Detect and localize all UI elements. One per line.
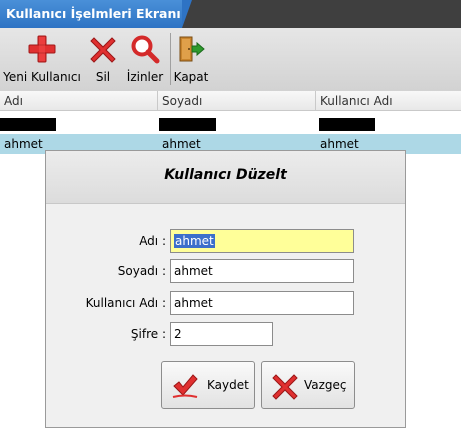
toolbar-separator [170, 33, 171, 85]
delete-label: Sil [95, 70, 111, 84]
password-field[interactable]: 2 [170, 322, 273, 346]
cancel-button[interactable]: Vazgeç [261, 361, 355, 409]
column-header-username[interactable]: Kullanıcı Adı [316, 91, 461, 111]
window-tab[interactable]: Kullanıcı İşelmleri Ekranı [0, 0, 182, 28]
name-label: Adı : [139, 234, 166, 248]
column-header-surname[interactable]: Soyadı [158, 91, 316, 111]
cancel-label: Vazgeç [304, 378, 347, 392]
redacted-cell [159, 118, 216, 131]
new-user-label: Yeni Kullanıcı [3, 70, 81, 84]
column-header-surname-label: Soyadı [162, 94, 203, 108]
plus-icon [28, 35, 56, 63]
permissions-label: İzinler [126, 70, 164, 84]
permissions-button[interactable]: İzinler [124, 31, 166, 89]
column-header-name[interactable]: Adı [0, 91, 158, 111]
column-header-username-label: Kullanıcı Adı [320, 94, 393, 108]
column-header-name-label: Adı [4, 94, 23, 108]
name-field[interactable]: ahmet [170, 229, 354, 253]
window-tab-label: Kullanıcı İşelmleri Ekranı [6, 6, 181, 21]
dialog-header: Kullanıcı Düzelt [46, 151, 405, 204]
table-row[interactable] [0, 113, 461, 133]
x-icon [90, 37, 116, 63]
save-label: Kaydet [207, 378, 249, 392]
new-user-button[interactable]: Yeni Kullanıcı [2, 31, 82, 89]
name-field-value: ahmet [174, 234, 215, 248]
magnifier-icon [131, 35, 160, 64]
redacted-cell [319, 118, 375, 131]
edit-user-dialog: Kullanıcı Düzelt Adı : ahmet Soyadı : ah… [45, 150, 406, 428]
password-label: Şifre : [130, 327, 166, 341]
username-field[interactable]: ahmet [170, 291, 354, 315]
redacted-cell [0, 118, 56, 131]
tab-notch [182, 0, 192, 28]
username-label: Kullanıcı Adı : [85, 296, 166, 310]
title-bar: Kullanıcı İşelmleri Ekranı [0, 0, 461, 28]
dialog-title: Kullanıcı Düzelt [164, 167, 287, 183]
exit-door-icon [179, 36, 205, 62]
delete-button[interactable]: Sil [84, 31, 122, 89]
checkmark-icon [172, 374, 198, 398]
close-label: Kapat [173, 70, 209, 84]
save-button[interactable]: Kaydet [161, 361, 255, 409]
close-button[interactable]: Kapat [172, 31, 210, 89]
surname-label: Soyadı : [117, 264, 166, 278]
x-icon [272, 374, 298, 400]
surname-field[interactable]: ahmet [170, 259, 354, 283]
toolbar: Yeni Kullanıcı Sil İzinler Kapat [0, 28, 461, 92]
